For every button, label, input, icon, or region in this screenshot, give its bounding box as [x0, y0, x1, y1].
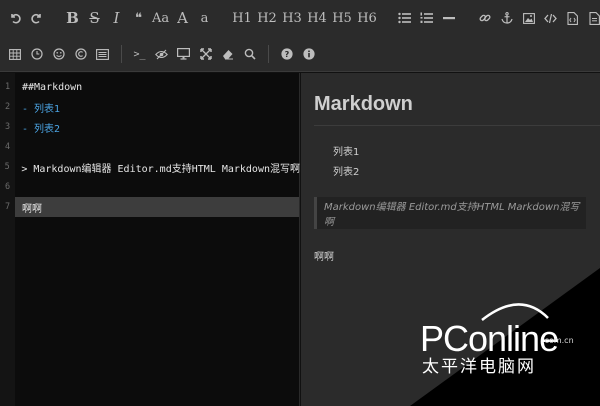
h3-button[interactable]: H3: [280, 5, 304, 31]
list-item: 列表2: [333, 167, 360, 178]
anchor-icon[interactable]: [496, 5, 517, 31]
link-icon[interactable]: [474, 5, 495, 31]
h1-button[interactable]: H1: [230, 5, 254, 31]
line-number: 1: [4, 82, 11, 92]
watch-toggle-icon[interactable]: [151, 41, 172, 67]
emoji-icon[interactable]: [48, 41, 69, 67]
italic-button[interactable]: I: [106, 5, 127, 31]
preview-heading: Markdown: [314, 93, 413, 115]
code-icon[interactable]: [540, 5, 561, 31]
editor-line[interactable]: 3 - 列表2: [0, 117, 300, 137]
h4-button[interactable]: H4: [305, 5, 329, 31]
help-icon[interactable]: ?: [276, 41, 297, 67]
html-entities-icon[interactable]: [70, 41, 91, 67]
toolbar-row-2: >_ ?: [0, 36, 600, 72]
fullscreen-icon[interactable]: [195, 41, 216, 67]
list-item: 列表1: [333, 147, 360, 158]
svg-text:?: ?: [284, 50, 289, 59]
preview-icon[interactable]: [173, 41, 194, 67]
table-icon[interactable]: [4, 41, 25, 67]
toolbar-divider: [268, 45, 269, 63]
watermark-chinese-name: 太平洋电脑网: [422, 357, 536, 377]
line-number: 3: [4, 122, 11, 132]
unordered-list-icon[interactable]: [394, 5, 415, 31]
h6-button[interactable]: H6: [355, 5, 379, 31]
editor-line[interactable]: 6: [0, 177, 300, 197]
search-icon[interactable]: [239, 41, 260, 67]
h2-button[interactable]: H2: [255, 5, 279, 31]
ordered-list-icon[interactable]: [416, 5, 437, 31]
code-block-icon[interactable]: [562, 5, 583, 31]
preformatted-text-icon[interactable]: [584, 5, 600, 31]
toolbar-row-1: B S I ❝ Aa A a H1 H2 H3 H4 H5 H6: [0, 0, 600, 36]
editor-line[interactable]: 4: [0, 137, 300, 157]
line-number: 7: [4, 202, 11, 212]
line-text: 啊啊: [22, 203, 42, 215]
watermark-domain: .com.cn: [542, 336, 574, 345]
preview-blockquote: Markdown编辑器 Editor.md支持HTML Markdown混写啊: [314, 197, 586, 229]
undo-icon[interactable]: [4, 5, 25, 31]
preview-paragraph: 啊啊: [314, 252, 334, 263]
goto-line-button[interactable]: >_: [129, 41, 150, 67]
quote-button[interactable]: ❝: [128, 5, 149, 31]
line-text: - 列表1: [22, 103, 61, 115]
line-text: - 列表2: [22, 123, 61, 135]
markdown-editor-pane[interactable]: 1 ##Markdown 2 - 列表1 3 - 列表2 4 5 > Markd…: [0, 73, 300, 406]
preview-list: 列表1 列表2: [333, 143, 359, 183]
lowercase-button[interactable]: a: [194, 5, 215, 31]
active-line-highlight: [15, 197, 299, 217]
line-number: 4: [4, 142, 11, 152]
capitalize-button[interactable]: A: [172, 5, 193, 31]
redo-icon[interactable]: [26, 5, 47, 31]
clear-eraser-icon[interactable]: [217, 41, 238, 67]
image-icon[interactable]: [518, 5, 539, 31]
bold-button[interactable]: B: [62, 5, 83, 31]
h5-button[interactable]: H5: [330, 5, 354, 31]
editor-line[interactable]: 1 ##Markdown: [0, 77, 300, 97]
toolbar-divider: [121, 45, 122, 63]
page-break-icon[interactable]: [92, 41, 113, 67]
uppercase-button[interactable]: Aa: [150, 5, 171, 31]
line-text: ##Markdown: [22, 81, 83, 93]
editor-toolbar: B S I ❝ Aa A a H1 H2 H3 H4 H5 H6 >_ ?: [0, 0, 600, 72]
editor-line[interactable]: 5 > Markdown编辑器 Editor.md支持HTML Markdown…: [0, 157, 300, 177]
info-icon[interactable]: [298, 41, 319, 67]
editor-line-active[interactable]: 7 啊啊: [0, 197, 300, 217]
line-number: 6: [4, 182, 11, 192]
line-number: 5: [4, 162, 10, 172]
editor-line[interactable]: 2 - 列表1: [0, 97, 300, 117]
datetime-icon[interactable]: [26, 41, 47, 67]
strikethrough-button[interactable]: S: [84, 5, 105, 31]
heading-rule: [314, 125, 600, 126]
line-text: > Markdown编辑器 Editor.md支持HTML Markdown混写…: [21, 163, 300, 175]
line-number: 2: [4, 102, 11, 112]
horizontal-rule-icon[interactable]: [438, 5, 459, 31]
